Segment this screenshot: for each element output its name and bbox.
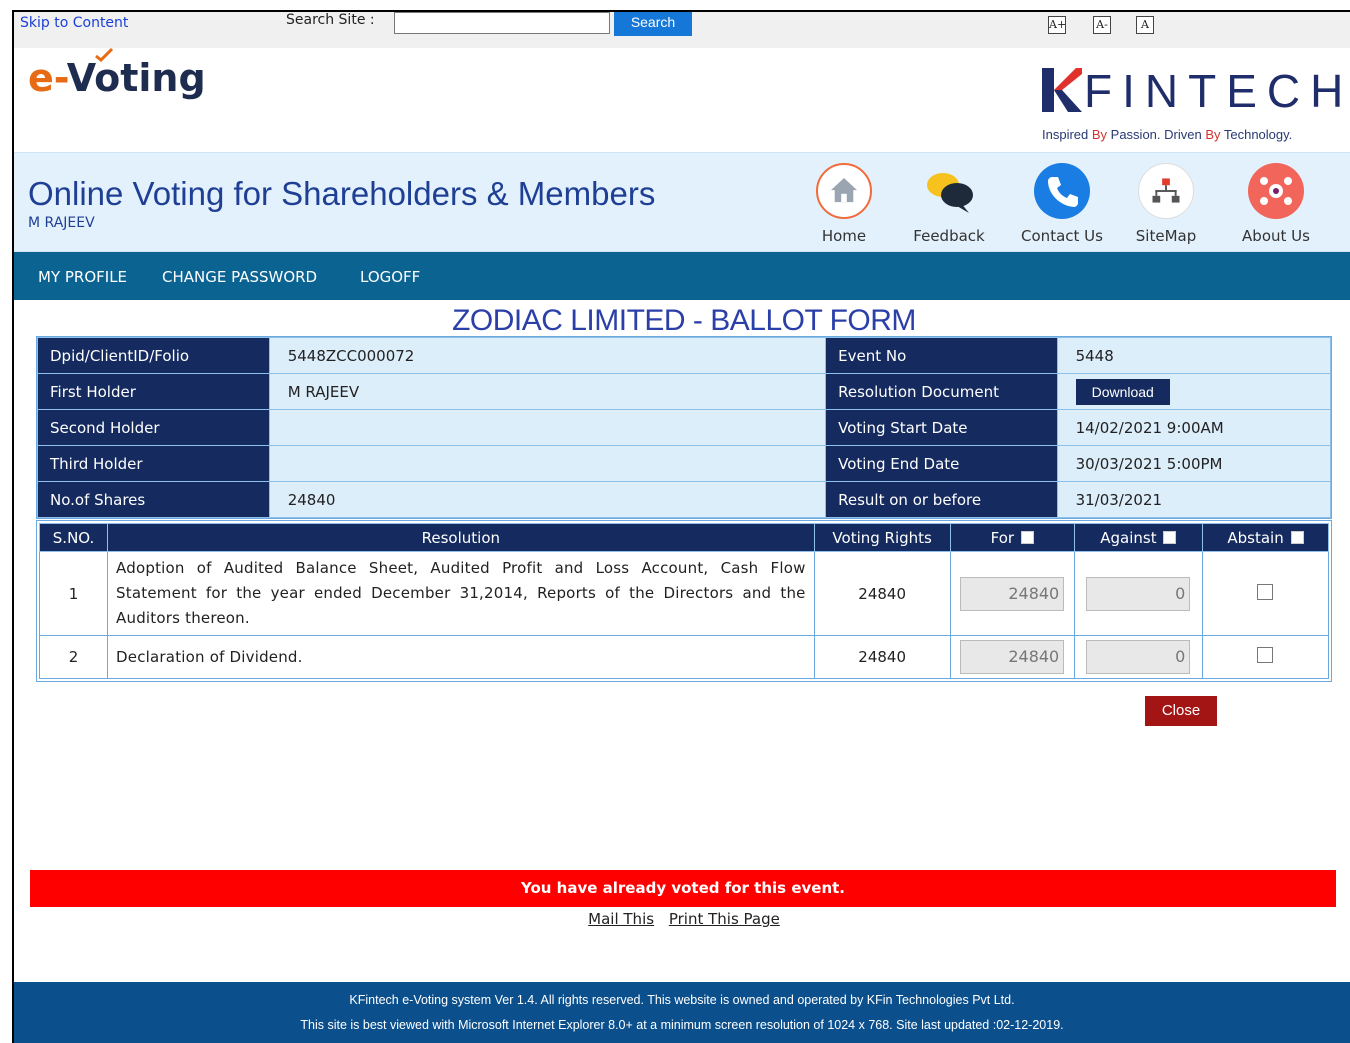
title-band: Online Voting for Shareholders & Members… [14,152,1350,252]
nav-home[interactable]: Home [814,163,874,245]
col-abstain-label: Abstain [1227,528,1284,547]
voting-end-value: 30/03/2021 5:00PM [1056,445,1332,482]
abstain-all-checkbox[interactable] [1290,530,1304,544]
page-title: Online Voting for Shareholders & Members [28,175,656,212]
col-for-label: For [990,528,1015,547]
skip-to-content-link[interactable]: Skip to Content [20,15,128,31]
evoting-logo[interactable]: e-Voting [28,56,206,100]
against-votes-input[interactable]: 0 [1086,576,1191,611]
row-resolution-text: Adoption of Audited Balance Sheet, Audit… [107,551,815,636]
shares-label: No.of Shares [37,481,270,518]
kfintech-logo-text: FINTECH [1084,65,1350,117]
print-page-link[interactable]: Print This Page [669,910,780,928]
row-voting-rights: 24840 [813,635,951,679]
page-actions: Mail This Print This Page [14,910,1350,928]
row-sno: 1 [38,551,109,636]
dpid-label: Dpid/ClientID/Folio [37,337,270,374]
page-frame: Skip to Content Search Site : Search A+ … [12,10,1350,1043]
voting-start-label: Voting Start Date [825,409,1058,446]
nav-home-label: Home [821,227,867,245]
shares-value: 24840 [268,481,827,518]
second-holder-value [268,409,827,446]
nav-about-label: About Us [1242,227,1310,245]
menu-my-profile[interactable]: MY PROFILE [38,268,127,286]
phone-icon [1034,163,1090,219]
footer: KFintech e-Voting system Ver 1.4. All ri… [14,982,1350,1043]
nav-sitemap[interactable]: SiteMap [1128,163,1204,245]
col-sno: S.NO. [38,523,109,552]
nav-contact-label: Contact Us [1021,227,1103,245]
kfintech-k-icon [1042,68,1082,112]
evoting-logo-e: e- [28,56,67,100]
search-label: Search Site : [286,12,375,28]
voting-end-label: Voting End Date [825,445,1058,482]
ballot-info-table: Dpid/ClientID/Folio 5448ZCC000072 Event … [36,336,1332,519]
menu-change-password[interactable]: CHANGE PASSWORD [162,268,317,286]
resolution-document-cell: Download [1056,373,1332,410]
normal-font-icon[interactable]: A [1136,16,1154,34]
for-votes-input[interactable]: 24840 [960,640,1065,674]
result-date-label: Result on or before [825,481,1058,518]
resolutions-table: S.NO. Resolution Voting Rights For Again… [36,520,1332,682]
event-no-value: 5448 [1056,337,1332,374]
utility-bar: Skip to Content Search Site : Search A+ … [14,12,1350,48]
logged-in-user: M RAJEEV [28,215,95,231]
download-button[interactable]: Download [1075,378,1170,405]
row-sno: 2 [38,635,109,679]
home-icon [816,163,872,219]
nav-sitemap-label: SiteMap [1135,227,1197,245]
menu-logoff[interactable]: LOGOFF [360,268,420,286]
against-all-checkbox[interactable] [1163,530,1177,544]
second-holder-label: Second Holder [37,409,270,446]
abstain-checkbox[interactable] [1257,583,1274,600]
table-row: 2 Declaration of Dividend. 24840 24840 0 [38,635,1330,679]
mail-this-link[interactable]: Mail This [588,910,654,928]
nav-feedback-label: Feedback [913,227,985,245]
voting-start-value: 14/02/2021 9:00AM [1056,409,1332,446]
already-voted-banner: You have already voted for this event. [30,870,1336,907]
col-voting-rights: Voting Rights [813,523,951,552]
increase-font-icon[interactable]: A+ [1048,16,1066,34]
first-holder-label: First Holder [37,373,270,410]
col-against: Against [1073,523,1203,552]
table-row: 1 Adoption of Audited Balance Sheet, Aud… [38,551,1330,636]
footer-line-1: KFintech e-Voting system Ver 1.4. All ri… [349,993,1015,1007]
search-input[interactable] [394,12,610,34]
result-date-value: 31/03/2021 [1056,481,1332,518]
footer-line-2: This site is best viewed with Microsoft … [300,1018,1064,1032]
nav-contact[interactable]: Contact Us [1016,163,1108,245]
first-holder-value: M RAJEEV [268,373,827,410]
brand-row: e-Voting FINTECH Inspired By Passion. Dr… [14,48,1350,152]
col-for: For [949,523,1075,552]
menu-bar: MY PROFILE CHANGE PASSWORD LOGOFF [14,252,1350,300]
col-against-label: Against [1100,528,1157,547]
dpid-value: 5448ZCC000072 [268,337,827,374]
row-voting-rights: 24840 [813,551,951,636]
evoting-logo-text: Voting [66,56,206,100]
col-abstain: Abstain [1201,523,1330,552]
nav-about[interactable]: About Us [1230,163,1322,245]
resolution-document-label: Resolution Document [825,373,1058,410]
against-votes-input[interactable]: 0 [1086,640,1191,674]
sitemap-icon [1138,163,1194,219]
third-holder-label: Third Holder [37,445,270,482]
kfintech-tagline: Inspired By Passion. Driven By Technolog… [1042,127,1293,142]
for-all-checkbox[interactable] [1020,530,1034,544]
about-icon [1248,163,1304,219]
event-no-label: Event No [825,337,1058,374]
for-votes-input[interactable]: 24840 [960,576,1065,611]
decrease-font-icon[interactable]: A- [1093,16,1111,34]
row-resolution-text: Declaration of Dividend. [107,635,815,679]
nav-feedback[interactable]: Feedback [909,163,989,245]
search-button[interactable]: Search [614,12,692,36]
ballot-title: ZODIAC LIMITED - BALLOT FORM [452,304,916,337]
checkmark-icon [95,48,114,62]
close-button[interactable]: Close [1145,696,1217,726]
feedback-icon [921,163,977,219]
third-holder-value [268,445,827,482]
abstain-checkbox[interactable] [1257,647,1274,663]
col-resolution: Resolution [107,523,815,552]
